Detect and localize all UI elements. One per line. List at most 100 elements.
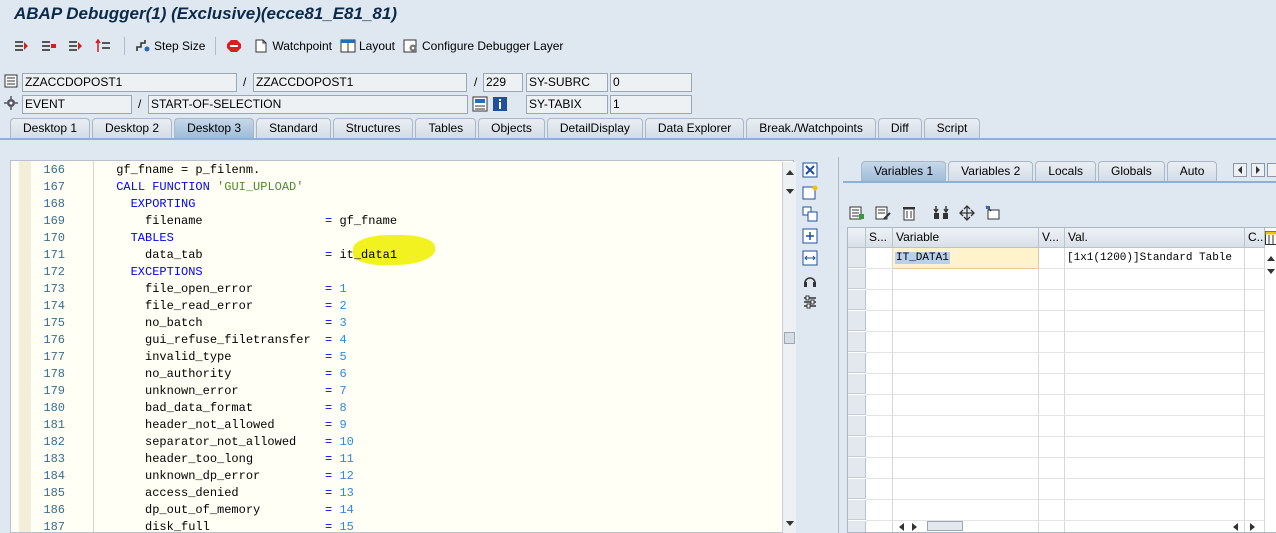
replace-tool-icon[interactable] bbox=[802, 206, 818, 222]
code-line[interactable]: 186 dp_out_of_memory = 14 bbox=[31, 502, 791, 519]
grid-cell[interactable] bbox=[893, 374, 1039, 395]
scroll-down-icon[interactable] bbox=[785, 188, 795, 196]
code-line[interactable]: 182 separator_not_allowed = 10 bbox=[31, 434, 791, 451]
grid-cell[interactable] bbox=[1039, 311, 1065, 332]
variable-name[interactable]: IT_DATA1 bbox=[895, 252, 950, 264]
tab-desktop-3[interactable]: Desktop 3 bbox=[174, 118, 255, 138]
maximize-icon[interactable] bbox=[802, 228, 818, 244]
row-selector[interactable] bbox=[848, 353, 866, 373]
grid-cell[interactable] bbox=[1065, 479, 1245, 500]
grid-cell[interactable] bbox=[1065, 416, 1245, 437]
tab-break-watchpoints[interactable]: Break./Watchpoints bbox=[746, 118, 876, 138]
column-settings-icon[interactable] bbox=[1265, 230, 1276, 246]
scroll-down-icon[interactable] bbox=[785, 520, 795, 528]
code-line[interactable]: 180 bad_data_format = 8 bbox=[31, 400, 791, 417]
column-header-value[interactable]: Val. bbox=[1065, 228, 1245, 248]
tab-objects[interactable]: Objects bbox=[478, 118, 545, 138]
line-number-field[interactable]: 229 bbox=[483, 73, 523, 92]
grid-cell[interactable] bbox=[1039, 437, 1065, 458]
grid-scroll-down-icon[interactable] bbox=[1266, 268, 1276, 276]
tab-tables[interactable]: Tables bbox=[415, 118, 477, 138]
column-header-change[interactable]: C... bbox=[1245, 228, 1265, 248]
grid-cell[interactable] bbox=[866, 458, 893, 479]
grid-cell[interactable] bbox=[1039, 395, 1065, 416]
code-line[interactable]: 166 gf_fname = p_filenm. bbox=[31, 162, 791, 179]
grid-cell[interactable] bbox=[1245, 290, 1265, 311]
code-line[interactable]: 167 CALL FUNCTION 'GUI_UPLOAD' bbox=[31, 179, 791, 196]
code-line[interactable]: 175 no_batch = 3 bbox=[31, 315, 791, 332]
return-button[interactable] bbox=[64, 35, 91, 57]
grid-cell[interactable] bbox=[1065, 311, 1245, 332]
grid-cell[interactable] bbox=[866, 311, 893, 332]
grid-cell[interactable] bbox=[1065, 269, 1245, 290]
grid-scroll-up-icon[interactable] bbox=[1266, 254, 1276, 262]
expand-all-icon[interactable] bbox=[933, 205, 949, 221]
grid-cell[interactable] bbox=[893, 437, 1039, 458]
grid-cell[interactable] bbox=[1039, 248, 1065, 269]
grid-cell[interactable] bbox=[1245, 332, 1265, 353]
tab-globals[interactable]: Globals bbox=[1098, 161, 1165, 181]
row-selector[interactable] bbox=[848, 290, 866, 310]
grid-cell[interactable] bbox=[1245, 458, 1265, 479]
code-line[interactable]: 177 invalid_type = 5 bbox=[31, 349, 791, 366]
grid-cell[interactable] bbox=[1065, 290, 1245, 311]
code-line[interactable]: 168 EXPORTING bbox=[31, 196, 791, 213]
continue-button[interactable] bbox=[91, 35, 118, 57]
grid-cell[interactable] bbox=[1245, 479, 1265, 500]
code-line[interactable]: 176 gui_refuse_filetransfer = 4 bbox=[31, 332, 791, 349]
grid-cell[interactable] bbox=[866, 269, 893, 290]
navigate-icon[interactable] bbox=[959, 205, 975, 221]
info-icon[interactable] bbox=[492, 96, 508, 112]
grid-cell[interactable] bbox=[893, 269, 1039, 290]
grid-cell[interactable] bbox=[866, 395, 893, 416]
grid-cell[interactable] bbox=[1039, 374, 1065, 395]
code-line[interactable]: 170 TABLES bbox=[31, 230, 791, 247]
grid-cell[interactable] bbox=[1245, 248, 1265, 269]
grid-cell[interactable] bbox=[1039, 269, 1065, 290]
tab-scroll-left-icon[interactable] bbox=[1233, 163, 1247, 177]
new-tool-icon[interactable] bbox=[802, 184, 818, 200]
tab-auto[interactable]: Auto bbox=[1166, 161, 1218, 181]
grid-cell[interactable] bbox=[1245, 269, 1265, 290]
grid-cell[interactable] bbox=[893, 353, 1039, 374]
grid-cell[interactable] bbox=[1245, 437, 1265, 458]
tab-diff[interactable]: Diff bbox=[877, 118, 922, 138]
grid-cell[interactable] bbox=[1039, 416, 1065, 437]
grid-cell[interactable] bbox=[1065, 395, 1245, 416]
source-code-editor[interactable]: 166 gf_fname = p_filenm. 167 CALL FUNCTIO… bbox=[10, 160, 794, 533]
grid-cell[interactable] bbox=[893, 332, 1039, 353]
breakpoint-gutter[interactable] bbox=[19, 161, 31, 532]
program-field[interactable]: ZZACCDOPOST1 bbox=[22, 73, 237, 92]
configure-debugger-layer-button[interactable]: Configure Debugger Layer bbox=[399, 35, 567, 57]
stop-button[interactable] bbox=[222, 35, 249, 57]
tab-desktop-2[interactable]: Desktop 2 bbox=[92, 118, 173, 138]
grid-cell[interactable] bbox=[1039, 500, 1065, 521]
row-selector[interactable] bbox=[848, 416, 866, 436]
code-line[interactable]: 184 unknown_dp_error = 12 bbox=[31, 468, 791, 485]
column-header-value-short[interactable]: V... bbox=[1039, 228, 1065, 248]
grid-cell[interactable] bbox=[1039, 458, 1065, 479]
execute-button[interactable] bbox=[37, 35, 64, 57]
tab-standard[interactable]: Standard bbox=[256, 118, 331, 138]
grid-cell[interactable] bbox=[1039, 353, 1065, 374]
grid-cell[interactable] bbox=[1065, 353, 1245, 374]
code-line[interactable]: 179 unknown_error = 7 bbox=[31, 383, 791, 400]
step-into-button[interactable] bbox=[10, 35, 37, 57]
tab-locals[interactable]: Locals bbox=[1035, 161, 1096, 181]
code-line[interactable]: 174 file_read_error = 2 bbox=[31, 298, 791, 315]
column-header-status[interactable]: S... bbox=[866, 228, 893, 248]
editor-vertical-scrollbar[interactable] bbox=[782, 162, 796, 533]
code-line[interactable]: 181 header_not_allowed = 9 bbox=[31, 417, 791, 434]
tab-detaildisplay[interactable]: DetailDisplay bbox=[546, 118, 643, 138]
swap-tool-icon[interactable] bbox=[802, 250, 818, 266]
tab-variables-1[interactable]: Variables 1 bbox=[861, 161, 947, 181]
row-selector[interactable] bbox=[848, 311, 866, 331]
grid-cell[interactable] bbox=[1065, 437, 1245, 458]
grid-cell[interactable] bbox=[893, 395, 1039, 416]
grid-cell[interactable] bbox=[1065, 500, 1245, 521]
grid-cell[interactable] bbox=[1245, 353, 1265, 374]
grid-cell[interactable] bbox=[1039, 332, 1065, 353]
source-display-icon[interactable] bbox=[472, 96, 488, 112]
code-line[interactable]: 178 no_authority = 6 bbox=[31, 366, 791, 383]
grid-cell[interactable] bbox=[893, 290, 1039, 311]
